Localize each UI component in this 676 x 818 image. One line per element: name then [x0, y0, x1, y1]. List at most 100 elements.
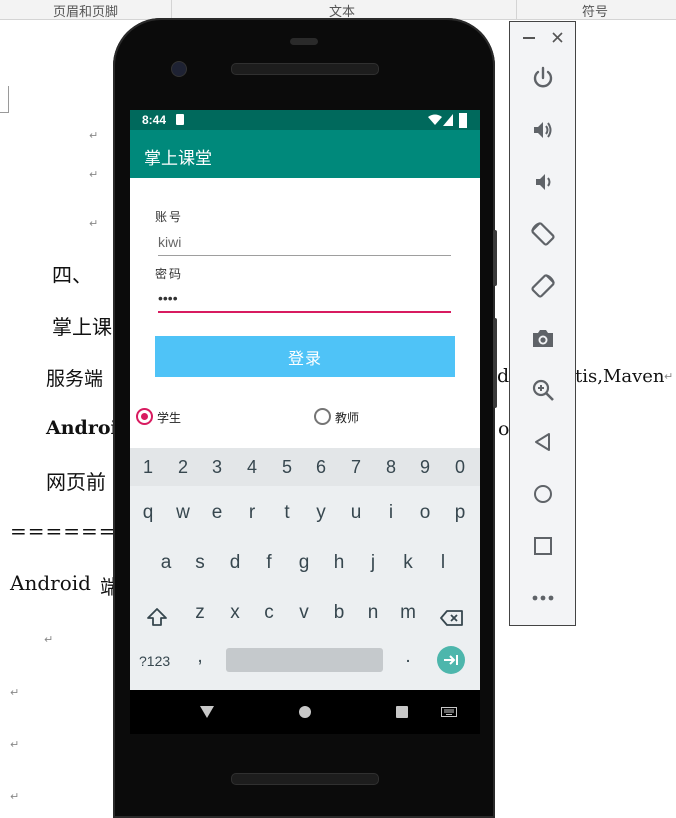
key-e[interactable]: e — [200, 502, 234, 524]
key-m[interactable]: m — [391, 602, 425, 624]
doc-line-android-tail: o — [498, 418, 510, 440]
student-radio-label[interactable]: 学生 — [157, 409, 181, 426]
key-v[interactable]: v — [287, 602, 321, 624]
key-b[interactable]: b — [322, 602, 356, 624]
key-p[interactable]: p — [443, 502, 477, 524]
key-k[interactable]: k — [391, 552, 425, 574]
key-f[interactable]: f — [252, 552, 286, 574]
paragraph-mark: ↵ — [10, 686, 20, 699]
key-1[interactable]: 1 — [131, 457, 165, 478]
zoom-icon — [532, 379, 554, 401]
volume-down-button[interactable] — [527, 166, 559, 198]
account-label: 账号 — [155, 210, 184, 224]
rotate-left-button[interactable] — [527, 218, 559, 250]
key-4[interactable]: 4 — [235, 457, 269, 478]
key-z[interactable]: z — [183, 602, 217, 624]
key-w[interactable]: w — [166, 502, 200, 524]
ribbon-group-symbols[interactable]: 符号 — [582, 1, 608, 20]
status-time: 8:44 — [142, 113, 167, 127]
key-t[interactable]: t — [270, 502, 304, 524]
power-icon — [533, 66, 553, 88]
key-d[interactable]: d — [218, 552, 252, 574]
key-r[interactable]: r — [235, 502, 269, 524]
password-input[interactable]: •••• — [158, 290, 178, 306]
backspace-icon[interactable] — [440, 610, 464, 626]
space-key[interactable] — [226, 648, 383, 672]
doc-line-server-tail-b: tis,Maven — [575, 366, 665, 387]
ribbon-group-header-footer[interactable]: 页眉和页脚 — [53, 1, 118, 20]
key-x[interactable]: x — [218, 602, 252, 624]
comma-key[interactable]: , — [183, 646, 217, 668]
key-g[interactable]: g — [287, 552, 321, 574]
key-8[interactable]: 8 — [374, 457, 408, 478]
more-button[interactable] — [527, 582, 559, 614]
key-2[interactable]: 2 — [166, 457, 200, 478]
key-i[interactable]: i — [374, 502, 408, 524]
key-l[interactable]: l — [426, 552, 460, 574]
key-6[interactable]: 6 — [304, 457, 338, 478]
power-side-button[interactable] — [493, 230, 497, 286]
teacher-radio-label[interactable]: 教师 — [335, 409, 359, 426]
nav-home-icon[interactable] — [298, 705, 312, 719]
key-o[interactable]: o — [408, 502, 442, 524]
password-label: 密码 — [155, 267, 184, 281]
paragraph-mark: ↵ — [10, 790, 20, 803]
student-radio[interactable] — [136, 408, 153, 425]
doc-line-server-tail-a: d — [497, 365, 510, 387]
sd-card-icon — [176, 114, 184, 125]
key-3[interactable]: 3 — [200, 457, 234, 478]
rotate-left-icon — [531, 222, 555, 246]
key-9[interactable]: 9 — [408, 457, 442, 478]
volume-up-button[interactable] — [527, 114, 559, 146]
phone-screen: 8:44 掌上课堂 账号 kiwi 密码 •••• 登录 学生 教师 1 2 3 — [130, 110, 480, 690]
close-icon[interactable] — [552, 32, 563, 43]
doc-line-web: 网页前 — [46, 470, 106, 494]
phone-frame: 8:44 掌上课堂 账号 kiwi 密码 •••• 登录 学生 教师 1 2 3 — [113, 18, 497, 818]
symbols-key[interactable]: ?123 — [139, 653, 170, 669]
volume-side-button[interactable] — [493, 318, 497, 408]
margin-marker — [0, 86, 9, 113]
key-j[interactable]: j — [356, 552, 390, 574]
paragraph-mark: ↵ — [89, 168, 99, 181]
shift-icon[interactable] — [146, 606, 168, 628]
key-c[interactable]: c — [252, 602, 286, 624]
enter-key[interactable] — [437, 646, 465, 674]
key-u[interactable]: u — [339, 502, 373, 524]
key-5[interactable]: 5 — [270, 457, 304, 478]
nav-back-icon[interactable] — [199, 704, 215, 720]
keyboard-switch-icon[interactable] — [441, 707, 457, 717]
key-y[interactable]: y — [304, 502, 338, 524]
login-button[interactable]: 登录 — [155, 336, 455, 377]
key-n[interactable]: n — [356, 602, 390, 624]
next-arrow-icon — [444, 655, 458, 665]
home-button[interactable] — [527, 478, 559, 510]
period-key[interactable]: . — [391, 646, 425, 668]
overview-icon — [534, 537, 552, 555]
key-a[interactable]: a — [149, 552, 183, 574]
key-0[interactable]: 0 — [443, 457, 477, 478]
doc-heading-four: 四、 — [52, 263, 92, 287]
camera-icon — [533, 330, 553, 347]
volume-down-icon — [536, 174, 551, 190]
overview-button[interactable] — [527, 530, 559, 562]
teacher-radio[interactable] — [314, 408, 331, 425]
bottom-speaker — [231, 773, 379, 785]
front-camera — [171, 61, 187, 77]
minimize-icon[interactable] — [523, 37, 535, 39]
app-bar: 掌上课堂 — [130, 130, 480, 178]
key-q[interactable]: q — [131, 502, 165, 524]
rotate-right-button[interactable] — [527, 270, 559, 302]
key-h[interactable]: h — [322, 552, 356, 574]
zoom-button[interactable] — [527, 374, 559, 406]
key-7[interactable]: 7 — [339, 457, 373, 478]
back-button[interactable] — [527, 426, 559, 458]
status-bar: 8:44 — [130, 110, 480, 130]
doc-line-android: Androi — [46, 417, 118, 439]
screenshot-button[interactable] — [527, 322, 559, 354]
account-input[interactable]: kiwi — [158, 234, 181, 250]
proximity-sensor — [290, 38, 318, 45]
doc-line-server: 服务端 — [46, 368, 104, 390]
key-s[interactable]: s — [183, 552, 217, 574]
power-button[interactable] — [527, 62, 559, 94]
nav-recents-icon[interactable] — [395, 705, 409, 719]
